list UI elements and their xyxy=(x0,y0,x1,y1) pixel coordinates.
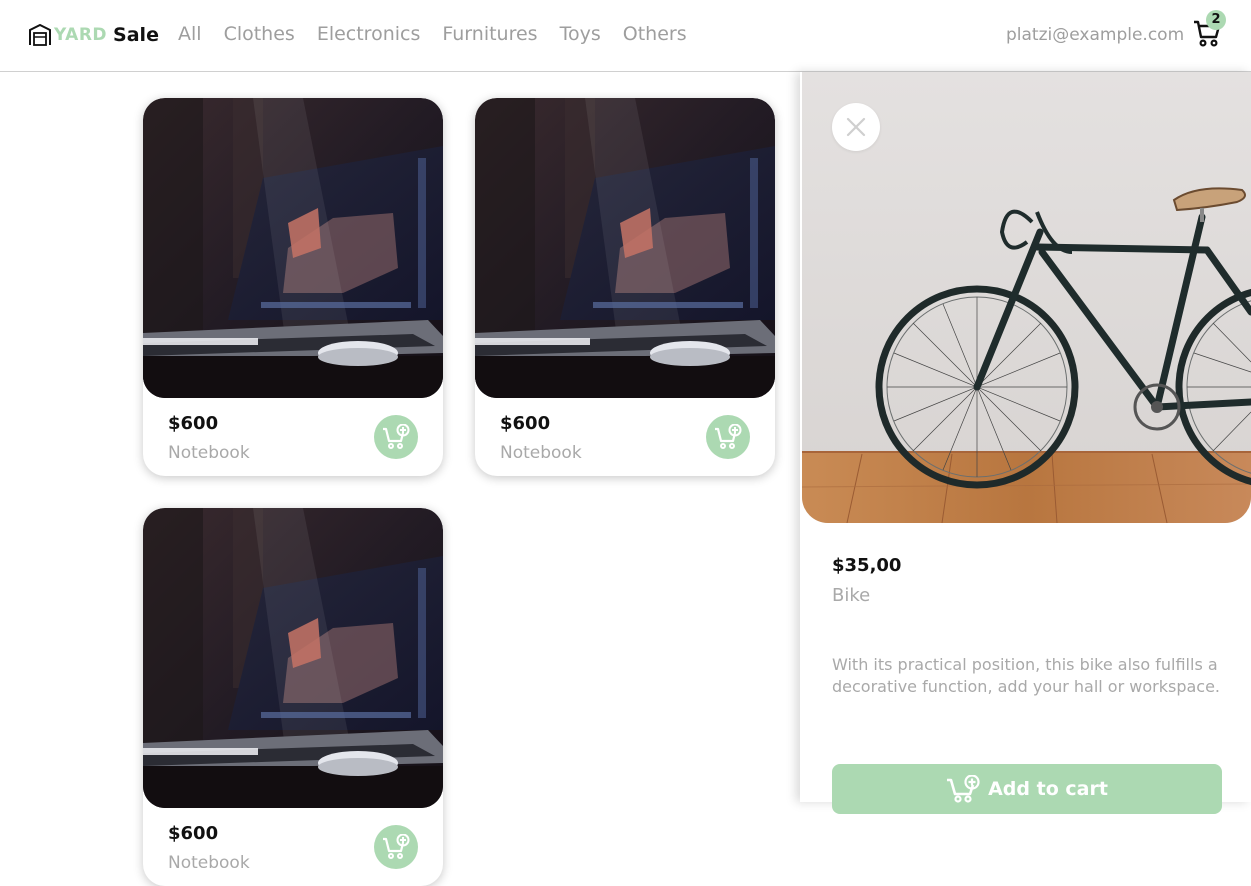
brand-name-part2: Sale xyxy=(113,24,159,46)
category-nav: All Clothes Electronics Furnitures Toys … xyxy=(178,23,709,45)
add-to-cart-button[interactable] xyxy=(706,415,750,459)
nav-link-furnitures[interactable]: Furnitures xyxy=(442,23,537,45)
add-to-cart-label: Add to cart xyxy=(988,778,1108,800)
product-image[interactable] xyxy=(143,508,443,808)
cart-plus-icon xyxy=(715,424,742,449)
cart-plus-icon xyxy=(383,834,410,859)
product-image[interactable] xyxy=(143,98,443,398)
cart-button[interactable]: 2 xyxy=(1192,10,1226,48)
add-to-cart-primary-button[interactable]: Add to cart xyxy=(832,764,1222,814)
product-price: $600 xyxy=(168,823,219,844)
cart-plus-icon xyxy=(383,424,410,449)
product-name: Notebook xyxy=(500,443,582,463)
add-to-cart-button[interactable] xyxy=(374,825,418,869)
product-card[interactable]: $600 Notebook xyxy=(143,98,443,476)
nav-link-clothes[interactable]: Clothes xyxy=(224,23,295,45)
detail-name: Bike xyxy=(832,585,871,606)
product-price: $600 xyxy=(500,413,551,434)
nav-link-electronics[interactable]: Electronics xyxy=(317,23,421,45)
close-detail-button[interactable] xyxy=(832,103,880,151)
nav-link-others[interactable]: Others xyxy=(623,23,687,45)
product-price: $600 xyxy=(168,413,219,434)
user-email[interactable]: platzi@example.com xyxy=(1006,25,1184,45)
cart-plus-icon xyxy=(947,775,980,803)
product-image[interactable] xyxy=(475,98,775,398)
product-detail-panel: $35,00 Bike With its practical position,… xyxy=(800,72,1251,814)
nav-link-toys[interactable]: Toys xyxy=(560,23,601,45)
product-card[interactable]: $600 Notebook xyxy=(143,508,443,886)
nav-link-all[interactable]: All xyxy=(178,23,202,45)
close-icon xyxy=(846,117,866,137)
detail-description: With its practical position, this bike a… xyxy=(832,655,1220,696)
product-card[interactable]: $600 Notebook xyxy=(475,98,775,476)
add-to-cart-button[interactable] xyxy=(374,415,418,459)
cart-count-badge: 2 xyxy=(1206,10,1226,30)
product-name: Notebook xyxy=(168,853,250,873)
top-navbar: YARD Sale All Clothes Electronics Furnit… xyxy=(0,0,1251,72)
detail-price: $35,00 xyxy=(832,555,902,576)
brand-logo[interactable]: YARD Sale xyxy=(28,22,159,48)
brand-name-part1: YARD xyxy=(54,25,108,45)
product-name: Notebook xyxy=(168,443,250,463)
garage-icon xyxy=(29,24,51,46)
